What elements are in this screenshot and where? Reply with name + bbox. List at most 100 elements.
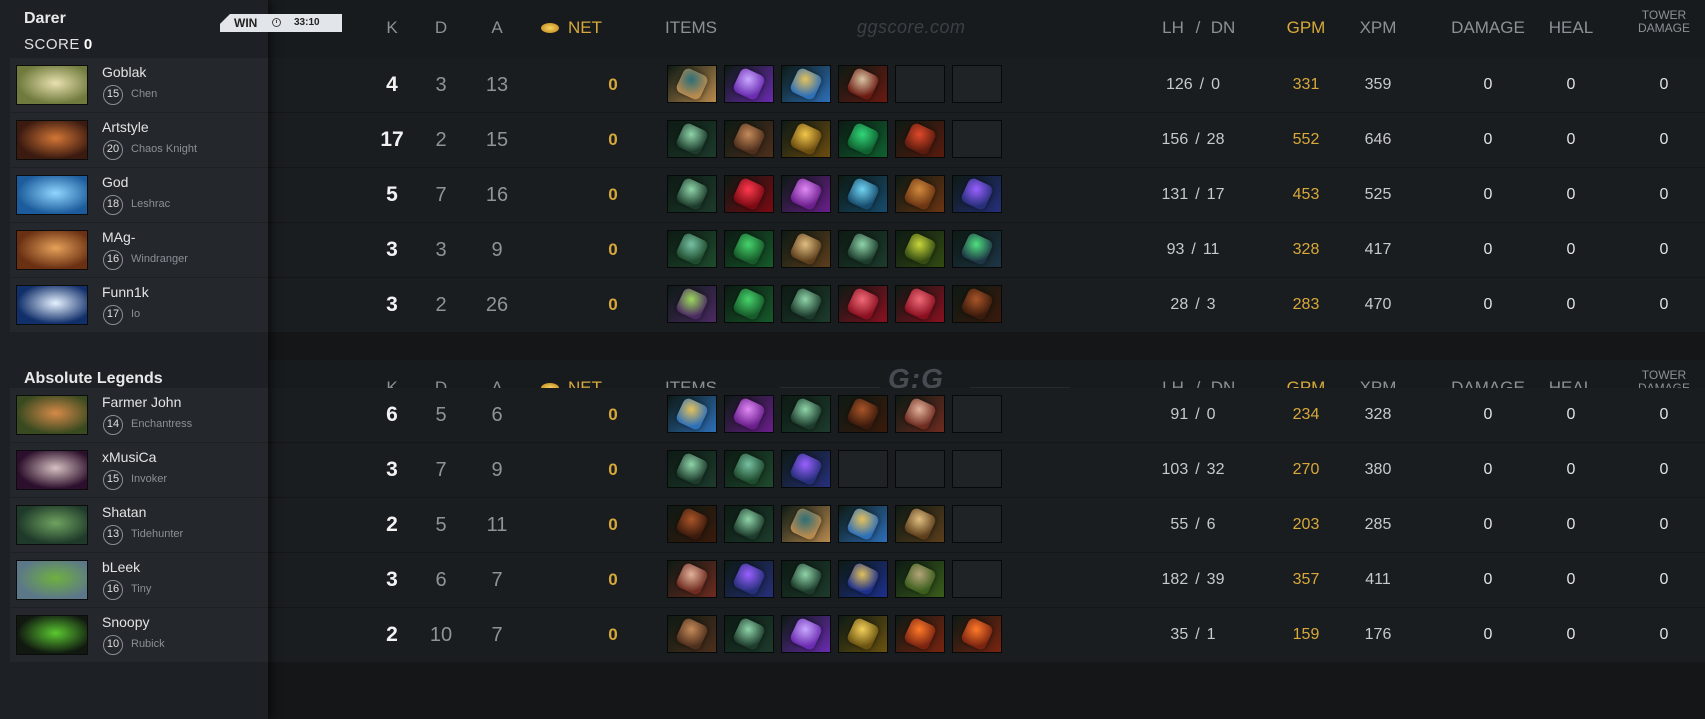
player-card[interactable]: Snoopy 10 Rubick: [10, 608, 268, 662]
player-card[interactable]: Farmer John 14 Enchantress: [10, 388, 268, 442]
item-glyph: [845, 121, 881, 157]
item-branch-icon[interactable]: [724, 505, 774, 543]
item-scroll-icon[interactable]: [781, 230, 831, 268]
item-branch-icon[interactable]: [724, 615, 774, 653]
header-items: ITEMS: [665, 18, 717, 37]
item-boots-icon[interactable]: [667, 615, 717, 653]
tower-damage-value: 0: [1659, 296, 1669, 313]
assists: 9: [491, 239, 503, 261]
item-branch-icon[interactable]: [667, 175, 717, 213]
item-boots-icon[interactable]: [724, 120, 774, 158]
win-badge: WIN 33:10: [220, 14, 342, 32]
assists: 11: [486, 514, 508, 536]
item-tranquil-boots-icon[interactable]: [667, 65, 717, 103]
item-arcane-boots-icon[interactable]: [838, 505, 888, 543]
tower-damage-value: 0: [1659, 76, 1669, 93]
player-name[interactable]: Farmer John: [102, 394, 181, 410]
player-name[interactable]: God: [102, 174, 128, 190]
player-name[interactable]: Artstyle: [102, 119, 149, 135]
item-branch-icon[interactable]: [667, 120, 717, 158]
player-name[interactable]: MAg-: [102, 229, 135, 245]
item-gold-helm-icon[interactable]: [838, 615, 888, 653]
item-branch-icon[interactable]: [838, 230, 888, 268]
team-name[interactable]: Absolute Legends: [24, 370, 163, 388]
last-hits-denies: 93 / 11: [1133, 223, 1253, 277]
player-card[interactable]: Shatan 13 Tidehunter: [10, 498, 268, 552]
item-mystic-staff-icon[interactable]: [952, 175, 1002, 213]
header-xpm[interactable]: XPM: [1348, 18, 1408, 38]
item-green-boots-icon[interactable]: [724, 285, 774, 323]
player-card[interactable]: Artstyle 20 Chaos Knight: [10, 113, 268, 167]
item-arcane-boots-icon[interactable]: [781, 65, 831, 103]
item-crystal-red-icon[interactable]: [724, 175, 774, 213]
item-green-boots-icon[interactable]: [724, 230, 774, 268]
player-name[interactable]: bLeek: [102, 559, 140, 575]
player-card[interactable]: Funn1k 17 Io: [10, 278, 268, 332]
item-axe-icon[interactable]: [667, 560, 717, 598]
last-hits-denies: 182 / 39: [1133, 553, 1253, 607]
item-orb-purple-icon[interactable]: [781, 175, 831, 213]
item-wraith-icon[interactable]: [895, 230, 945, 268]
item-staff-icon[interactable]: [724, 450, 774, 488]
item-cloak-brown-icon[interactable]: [952, 285, 1002, 323]
player-card[interactable]: xMusiCa 15 Invoker: [10, 443, 268, 497]
item-fire-orb-icon[interactable]: [895, 615, 945, 653]
denies: 11: [1202, 241, 1220, 258]
item-mystic-staff-icon[interactable]: [724, 560, 774, 598]
last-hits: 55: [1170, 516, 1189, 533]
item-cloak-brown-icon[interactable]: [838, 395, 888, 433]
item-branch-icon[interactable]: [781, 560, 831, 598]
item-glyph: [731, 286, 767, 322]
header-tower-damage[interactable]: TOWERDAMAGE: [1624, 9, 1704, 35]
player-name[interactable]: xMusiCa: [102, 449, 156, 465]
player-card[interactable]: God 18 Leshrac: [10, 168, 268, 222]
watermark: ggscore.com: [857, 17, 966, 37]
player-card[interactable]: bLeek 16 Tiny: [10, 553, 268, 607]
team-name[interactable]: Darer: [24, 10, 66, 28]
item-shield-icon[interactable]: [895, 560, 945, 598]
item-mystic-staff-icon[interactable]: [781, 450, 831, 488]
item-glyph: [674, 561, 710, 597]
item-blink-orb-icon[interactable]: [724, 65, 774, 103]
gold-per-minute: 331: [1292, 76, 1320, 93]
item-branch-icon[interactable]: [781, 285, 831, 323]
item-branch-icon[interactable]: [667, 450, 717, 488]
item-staff-icon[interactable]: [667, 230, 717, 268]
item-orb-purple-icon[interactable]: [724, 395, 774, 433]
player-name[interactable]: Goblak: [102, 64, 146, 80]
item-tranquil-boots-icon[interactable]: [781, 505, 831, 543]
player-card[interactable]: Goblak 15 Chen: [10, 58, 268, 112]
player-name[interactable]: Funn1k: [102, 284, 149, 300]
item-cloak-brown-icon[interactable]: [667, 505, 717, 543]
item-helm-icon[interactable]: [781, 120, 831, 158]
item-red-gem-icon[interactable]: [838, 285, 888, 323]
item-mask-icon[interactable]: [838, 65, 888, 103]
item-bottle-icon[interactable]: [838, 175, 888, 213]
item-red-gem-icon[interactable]: [895, 285, 945, 323]
header-damage[interactable]: DAMAGE: [1443, 18, 1533, 38]
header-d[interactable]: D: [411, 18, 471, 38]
player-name[interactable]: Shatan: [102, 504, 146, 520]
item-orb-green-icon[interactable]: [838, 120, 888, 158]
player-card[interactable]: MAg- 16 Windranger: [10, 223, 268, 277]
item-armlet-icon[interactable]: [895, 120, 945, 158]
header-dn[interactable]: DN: [1193, 18, 1253, 38]
item-glyph: [902, 506, 938, 542]
item-blink-orb-icon[interactable]: [781, 615, 831, 653]
item-fire-orb-icon[interactable]: [952, 615, 1002, 653]
item-blade-blue-icon[interactable]: [838, 560, 888, 598]
header-a[interactable]: A: [467, 18, 527, 38]
header-net[interactable]: NET: [568, 18, 602, 38]
item-cloak-icon[interactable]: [895, 175, 945, 213]
header-heal[interactable]: HEAL: [1541, 18, 1601, 38]
item-urn-icon[interactable]: [667, 285, 717, 323]
item-axe-icon[interactable]: [895, 395, 945, 433]
header-gpm[interactable]: GPM: [1276, 18, 1336, 38]
item-arcane-boots-icon[interactable]: [667, 395, 717, 433]
player-name[interactable]: Snoopy: [102, 614, 149, 630]
item-scroll-icon[interactable]: [895, 505, 945, 543]
heal-value: 0: [1566, 406, 1576, 423]
item-glyph: [788, 451, 824, 487]
item-branch-icon[interactable]: [781, 395, 831, 433]
item-green-orb-icon[interactable]: [952, 230, 1002, 268]
